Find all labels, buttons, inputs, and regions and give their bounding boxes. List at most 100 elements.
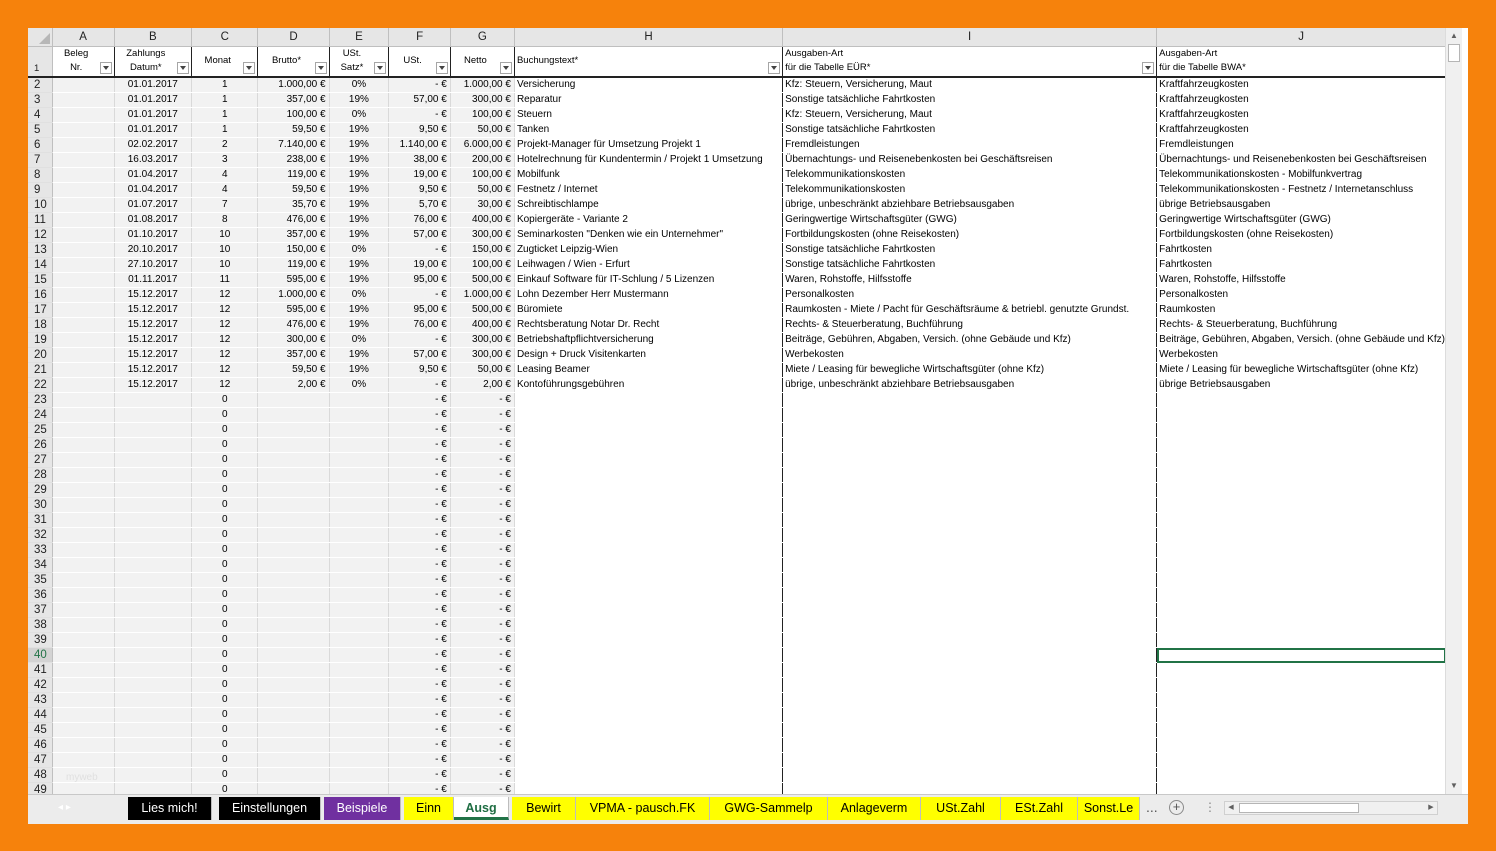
filter-dropdown-icon[interactable] [243, 62, 256, 74]
splitter-handle[interactable]: ⋮ [1204, 800, 1216, 814]
cell-i[interactable] [782, 767, 1158, 783]
row-header[interactable]: 26 [28, 437, 53, 453]
cell-j[interactable] [1156, 767, 1446, 783]
cell-b[interactable] [114, 692, 193, 708]
cell-j[interactable] [1156, 392, 1446, 408]
cell-e[interactable]: 19% [329, 227, 390, 243]
cell-d[interactable] [257, 422, 330, 438]
cell-i[interactable] [782, 692, 1158, 708]
cell-a[interactable] [52, 407, 115, 423]
cell-j[interactable] [1156, 572, 1446, 588]
cell-j[interactable] [1156, 617, 1446, 633]
cell-d[interactable] [257, 392, 330, 408]
cell-h[interactable] [514, 407, 784, 423]
cell-g[interactable]: - € [450, 602, 515, 618]
cell-e[interactable]: 19% [329, 197, 390, 213]
cell-a[interactable] [52, 752, 115, 768]
column-header-e[interactable]: E [329, 28, 390, 47]
sheet-tab-est-zahl[interactable]: ESt.Zahl [1001, 797, 1078, 820]
cell-f[interactable]: 57,00 € [388, 227, 451, 243]
cell-e[interactable] [329, 737, 390, 753]
cell-f[interactable]: - € [388, 737, 451, 753]
cell-f[interactable]: - € [388, 632, 451, 648]
worksheet-grid[interactable]: A B C D E F G H I J 1 Beleg Nr. Zahlungs Datum* Monat Br… [28, 28, 1446, 794]
column-header-j[interactable]: J [1156, 28, 1446, 47]
cell-b[interactable] [114, 437, 193, 453]
cell-d[interactable]: 476,00 € [257, 317, 330, 333]
cell-j[interactable]: Telekommunikationskosten - Festnetz / In… [1156, 182, 1446, 198]
cell-e[interactable] [329, 602, 390, 618]
cell-i[interactable]: Kfz: Steuern, Versicherung, Maut [782, 77, 1158, 93]
cell-i[interactable] [782, 617, 1158, 633]
cell-j[interactable] [1156, 632, 1446, 648]
cell-i[interactable]: Geringwertige Wirtschaftsgüter (GWG) [782, 212, 1158, 228]
cell-a[interactable] [52, 482, 115, 498]
cell-e[interactable] [329, 572, 390, 588]
cell-f[interactable]: - € [388, 707, 451, 723]
cell-h[interactable] [514, 617, 784, 633]
row-header[interactable]: 40 [28, 647, 53, 663]
cell-c[interactable]: 0 [191, 452, 259, 468]
row-header[interactable]: 15 [28, 272, 53, 288]
cell-d[interactable] [257, 602, 330, 618]
row-header[interactable]: 36 [28, 587, 53, 603]
cell-i[interactable] [782, 572, 1158, 588]
row-header[interactable]: 28 [28, 467, 53, 483]
scroll-up-icon[interactable]: ▲ [1446, 28, 1462, 44]
cell-i[interactable] [782, 497, 1158, 513]
cell-h[interactable] [514, 752, 784, 768]
row-header[interactable]: 14 [28, 257, 53, 273]
cell-e[interactable] [329, 662, 390, 678]
cell-b[interactable]: 15.12.2017 [114, 377, 193, 393]
row-header[interactable]: 37 [28, 602, 53, 618]
cell-c[interactable]: 0 [191, 512, 259, 528]
cell-e[interactable] [329, 542, 390, 558]
cell-c[interactable]: 0 [191, 422, 259, 438]
cell-d[interactable] [257, 497, 330, 513]
cell-i[interactable] [782, 722, 1158, 738]
sheet-tab-ust-zahl[interactable]: USt.Zahl [921, 797, 1001, 820]
cell-i[interactable]: Telekommunikationskosten [782, 167, 1158, 183]
cell-f[interactable]: - € [388, 587, 451, 603]
cell-c[interactable]: 12 [191, 287, 259, 303]
cell-e[interactable]: 19% [329, 272, 390, 288]
cell-b[interactable] [114, 422, 193, 438]
row-header[interactable]: 41 [28, 662, 53, 678]
cell-a[interactable] [52, 572, 115, 588]
cell-h[interactable] [514, 767, 784, 783]
cell-b[interactable] [114, 392, 193, 408]
cell-e[interactable] [329, 707, 390, 723]
cell-h[interactable] [514, 527, 784, 543]
cell-j[interactable]: Werbekosten [1156, 347, 1446, 363]
sheet-tab-gwg-sammelp[interactable]: GWG-Sammelp [710, 797, 828, 820]
column-header-d[interactable]: D [257, 28, 330, 47]
cell-h[interactable] [514, 707, 784, 723]
cell-f[interactable]: - € [388, 242, 451, 258]
cell-g[interactable]: 1.000,00 € [450, 287, 515, 303]
sheet-tab-ausg[interactable]: Ausg [454, 797, 509, 820]
cell-h[interactable]: Zugticket Leipzig-Wien [514, 242, 784, 258]
cell-j[interactable] [1156, 497, 1446, 513]
cell-j[interactable] [1156, 542, 1446, 558]
sheet-tab-einstellungen[interactable]: Einstellungen [219, 797, 321, 820]
cell-c[interactable]: 0 [191, 482, 259, 498]
cell-d[interactable]: 238,00 € [257, 152, 330, 168]
cell-b[interactable] [114, 722, 193, 738]
cell-j[interactable] [1156, 557, 1446, 573]
cell-f[interactable]: - € [388, 422, 451, 438]
cell-h[interactable]: Betriebshaftpflichtversicherung [514, 332, 784, 348]
select-all-corner[interactable] [28, 28, 53, 47]
cell-f[interactable]: 9,50 € [388, 182, 451, 198]
cell-i[interactable] [782, 422, 1158, 438]
cell-h[interactable] [514, 722, 784, 738]
cell-b[interactable] [114, 782, 193, 794]
row-header[interactable]: 22 [28, 377, 53, 393]
row-header[interactable]: 45 [28, 722, 53, 738]
cell-e[interactable] [329, 422, 390, 438]
cell-f[interactable]: - € [388, 767, 451, 783]
cell-j[interactable] [1156, 587, 1446, 603]
cell-e[interactable]: 19% [329, 347, 390, 363]
cell-a[interactable] [52, 257, 115, 273]
cell-d[interactable]: 595,00 € [257, 302, 330, 318]
cell-a[interactable] [52, 287, 115, 303]
